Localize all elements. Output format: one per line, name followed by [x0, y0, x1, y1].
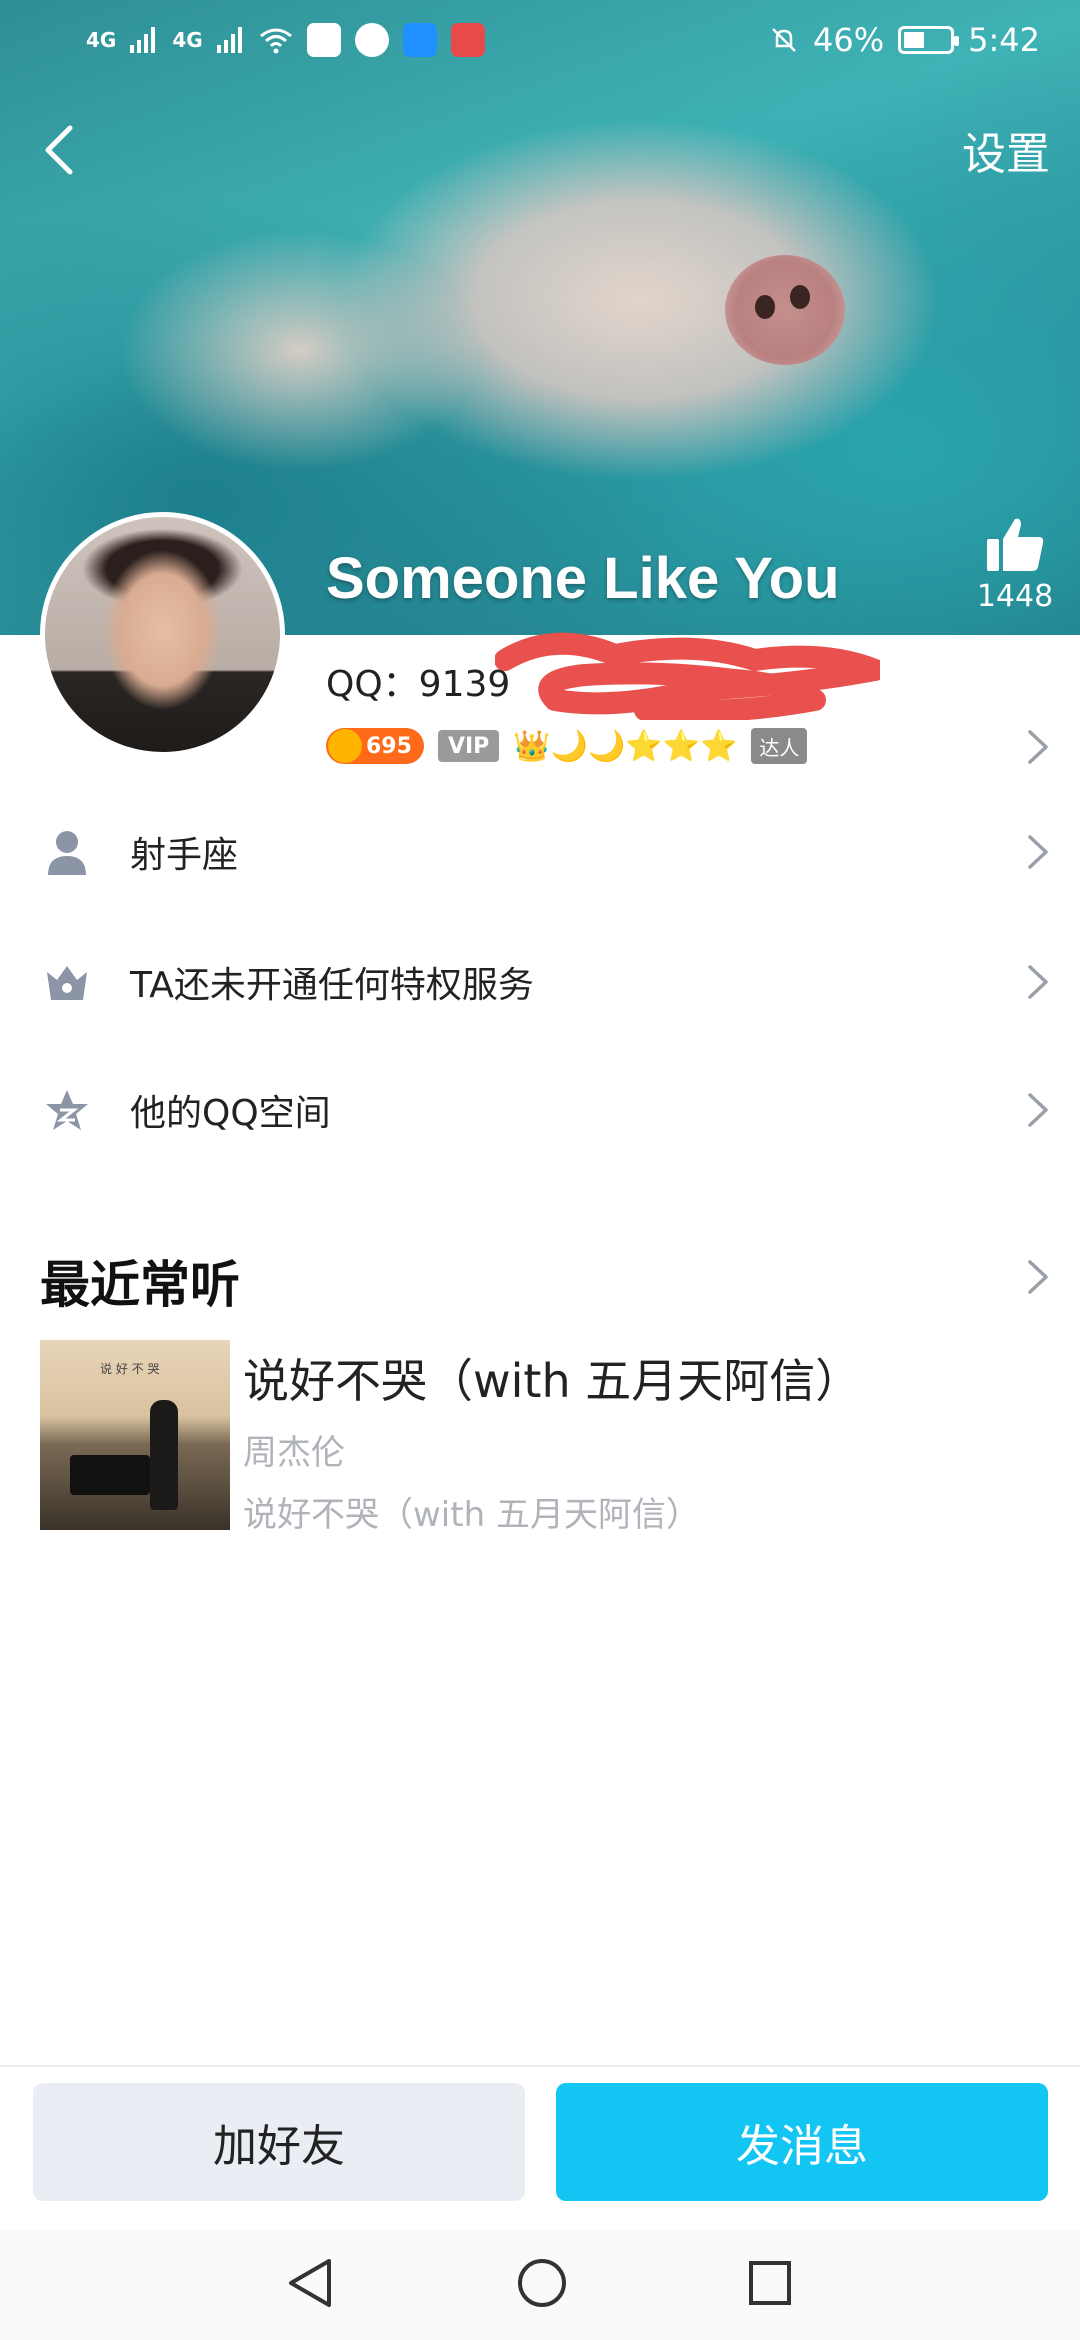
- signal-4g-2: 4G: [172, 28, 203, 52]
- chevron-right-icon[interactable]: [1026, 1258, 1050, 1296]
- chevron-right-icon[interactable]: [1026, 728, 1050, 766]
- system-nav-bar: [0, 2230, 1080, 2340]
- like-button[interactable]: 1448: [975, 515, 1055, 614]
- list-item-constellation[interactable]: 射手座: [0, 792, 1080, 912]
- chevron-left-icon: [45, 125, 73, 175]
- settings-button[interactable]: 设置: [962, 118, 1050, 182]
- wifi-icon: [259, 28, 292, 54]
- list-item-qzone[interactable]: 他的QQ空间: [0, 1050, 1080, 1170]
- battery-fill: [904, 32, 925, 48]
- battery-icon: [898, 26, 960, 54]
- nav-back-icon[interactable]: [285, 2255, 335, 2311]
- list-item-label: TA还未开通任何特权服务: [130, 965, 534, 1006]
- vip-badge: VIP: [437, 730, 500, 762]
- sun-icon: [328, 729, 362, 763]
- album-art-figure: [150, 1400, 178, 1510]
- qq-number: QQ：9139: [326, 664, 511, 705]
- clock: 5:42: [968, 21, 1040, 59]
- avatar[interactable]: [40, 512, 285, 757]
- status-bar: 4G 4G 46% 5:42: [0, 0, 1080, 80]
- qq-level-icons: 👑🌙🌙⭐⭐⭐: [513, 728, 738, 764]
- section-title-recent: 最近常听: [40, 1256, 240, 1314]
- nav-home-icon[interactable]: [515, 2255, 569, 2311]
- chevron-right-icon: [1028, 965, 1048, 999]
- list-item-label: 他的QQ空间: [130, 1093, 331, 1134]
- album-art[interactable]: 说 好 不 哭: [40, 1340, 230, 1530]
- nav-recent-apps-icon[interactable]: [745, 2255, 795, 2311]
- notification-app-icon-4: [450, 23, 485, 57]
- song-album: 说好不哭（with 五月天阿信）: [243, 1495, 700, 1535]
- song-title[interactable]: 说好不哭（with 五月天阿信）: [243, 1345, 861, 1411]
- level-badge: 695: [326, 728, 424, 764]
- signal-4g-1: 4G: [86, 28, 117, 52]
- daren-badge: 达人: [751, 728, 808, 764]
- battery-percent: 46%: [813, 21, 885, 59]
- send-message-button[interactable]: 发消息: [556, 2083, 1048, 2201]
- signal-bars-icon: [130, 27, 156, 53]
- list-item-label: 射手座: [130, 835, 239, 876]
- notification-app-icon-2: [354, 23, 389, 57]
- profile-name: Someone Like You: [326, 546, 840, 611]
- crown-icon: [44, 959, 90, 1005]
- notification-app-icon-1: [306, 23, 341, 57]
- qzone-star-icon: [44, 1087, 90, 1133]
- person-icon: [44, 829, 90, 875]
- redaction-scribble: [495, 632, 880, 720]
- song-artist: 周杰伦: [243, 1433, 345, 1473]
- back-button[interactable]: [20, 110, 100, 190]
- add-friend-button[interactable]: 加好友: [33, 2083, 525, 2201]
- cover-photo-detail: [725, 255, 845, 365]
- chevron-right-icon: [1028, 835, 1048, 869]
- signal-bars-icon: [216, 27, 242, 53]
- album-art-piano: [70, 1455, 150, 1495]
- album-art-text: 说 好 不 哭: [100, 1362, 160, 1376]
- thumbs-up-icon: [987, 518, 1044, 571]
- notification-app-icon-3: [402, 23, 437, 57]
- like-count: 1448: [976, 579, 1054, 614]
- badge-row[interactable]: 695 VIP 👑🌙🌙⭐⭐⭐ 达人: [326, 728, 808, 764]
- chevron-right-icon: [1028, 1093, 1048, 1127]
- list-item-privileges[interactable]: TA还未开通任何特权服务: [0, 922, 1080, 1042]
- mute-bell-icon: [772, 28, 796, 52]
